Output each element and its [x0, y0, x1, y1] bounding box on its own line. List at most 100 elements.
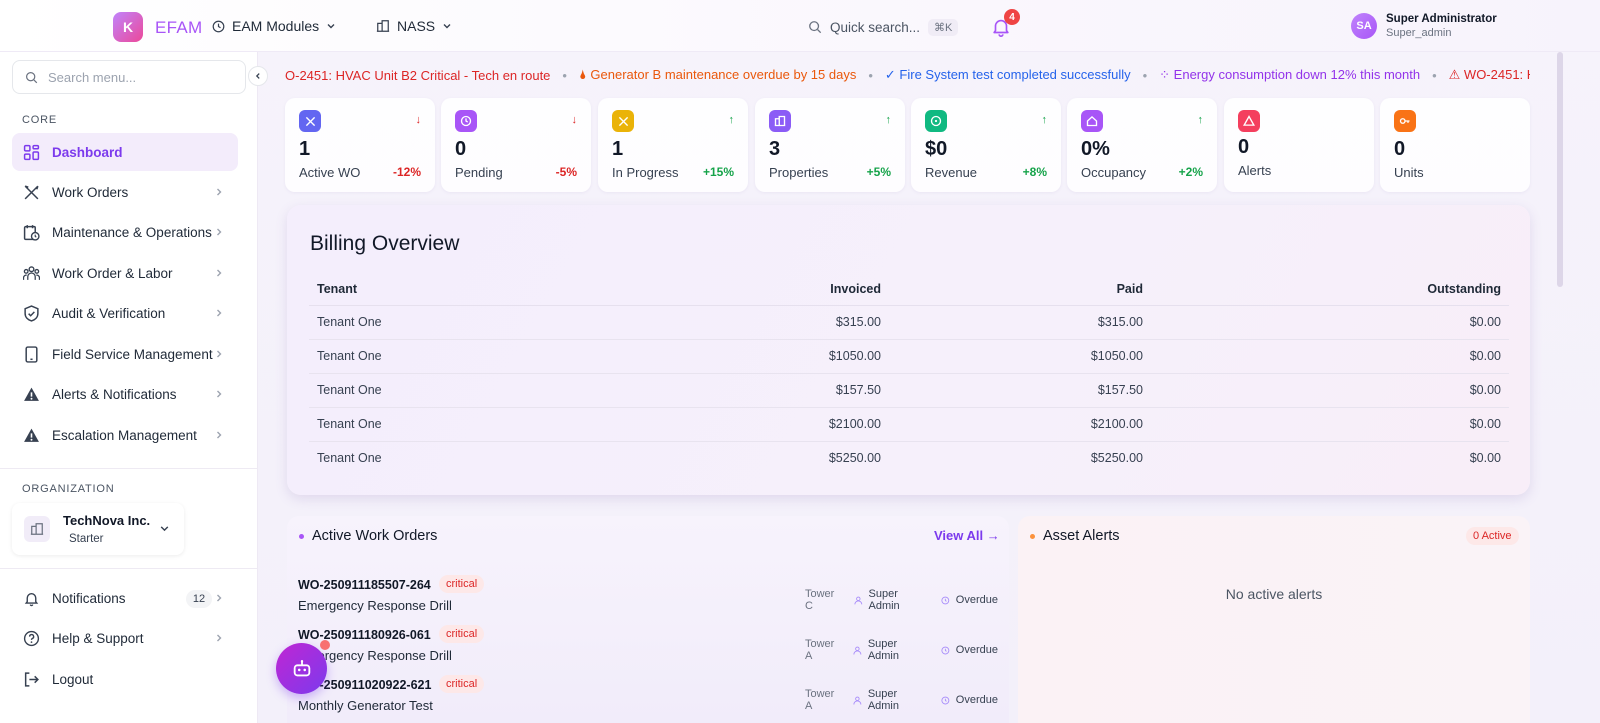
- organization-switcher[interactable]: TechNova Inc. Starter: [12, 503, 184, 555]
- help-icon: [23, 630, 40, 646]
- top-bar: K EFAM EAM Modules NASS Quick search... …: [0, 0, 1600, 52]
- panel-title: Active Work Orders: [312, 528, 438, 544]
- ticker-item[interactable]: 🌢 Generator B maintenance overdue by 15 …: [579, 67, 856, 83]
- table-row[interactable]: Tenant One $157.50 $157.50 $0.00: [309, 373, 1509, 408]
- sidebar-item-logout[interactable]: Logout: [12, 660, 238, 698]
- paid-cell: $157.50: [881, 373, 1143, 408]
- user-icon: [853, 696, 862, 705]
- chevron-right-icon: [217, 350, 222, 358]
- table-row[interactable]: Tenant One $2100.00 $2100.00 $0.00: [309, 407, 1509, 442]
- kpi-card-properties[interactable]: ↑ 3 Properties +5%: [755, 98, 905, 192]
- search-icon: [809, 21, 822, 34]
- eam-modules-menu[interactable]: EAM Modules: [212, 18, 336, 34]
- column-header[interactable]: Outstanding: [1143, 273, 1509, 306]
- user-icon: [853, 646, 862, 655]
- sidebar-item-audit-verification[interactable]: Audit & Verification: [12, 294, 238, 332]
- sidebar-item-help-support[interactable]: Help & Support: [12, 619, 238, 657]
- chevron-right-icon: [217, 309, 222, 317]
- app-logo[interactable]: K: [113, 12, 143, 42]
- eam-modules-label: EAM Modules: [232, 18, 320, 34]
- status-dot: [299, 533, 304, 539]
- user-menu[interactable]: SA Super Administrator Super_admin: [1351, 13, 1497, 39]
- table-row[interactable]: Tenant One $1050.00 $1050.00 $0.00: [309, 339, 1509, 374]
- search-shortcut: ⌘K: [928, 18, 959, 36]
- ticker-item[interactable]: O-2451: HVAC Unit B2 Critical - Tech en …: [285, 68, 550, 83]
- work-order-id: WO-250911185507-264: [298, 578, 431, 592]
- kpi-change: -5%: [555, 165, 577, 179]
- trend-arrow: ↑: [1041, 114, 1048, 126]
- page-scrollbar[interactable]: [1557, 52, 1563, 287]
- tenant-cell: Tenant One: [309, 339, 569, 374]
- kpi-value: 0%: [1081, 138, 1110, 160]
- sidebar-item-label: Help & Support: [52, 630, 144, 646]
- work-order-row[interactable]: WO-250911180926-061 critical Emergency R…: [298, 624, 998, 674]
- kpi-card-alerts[interactable]: 0 Alerts: [1224, 98, 1374, 192]
- billing-table: Tenant Invoiced Paid Outstanding Tenant …: [309, 273, 1509, 475]
- table-row[interactable]: Tenant One $315.00 $315.00 $0.00: [309, 305, 1509, 340]
- sidebar-item-alerts-notifications[interactable]: Alerts & Notifications: [12, 375, 238, 413]
- view-all-link[interactable]: View All →: [934, 528, 1000, 543]
- work-order-name: Monthly Generator Test: [298, 698, 433, 713]
- kpi-change: +5%: [866, 165, 891, 179]
- quick-search-button[interactable]: Quick search... ⌘K: [808, 15, 959, 39]
- sidebar-item-work-order-labor[interactable]: Work Order & Labor: [12, 254, 238, 292]
- site-menu[interactable]: NASS: [376, 18, 452, 34]
- app-name[interactable]: EFAM: [155, 18, 203, 38]
- warning-icon: [1238, 110, 1260, 132]
- kpi-label: Active WO: [299, 165, 361, 180]
- chevron-right-icon: [217, 594, 222, 602]
- invoiced-cell: $157.50: [569, 373, 881, 408]
- sidebar-item-escalation-management[interactable]: Escalation Management: [12, 416, 238, 454]
- priority-badge: critical: [439, 625, 485, 643]
- billing-overview-card: Billing Overview Tenant Invoiced Paid Ou…: [287, 205, 1530, 495]
- location-label: Tower A: [805, 688, 835, 712]
- assignee-label: Super Admin: [867, 688, 899, 712]
- work-order-row[interactable]: WO-250911185507-264 critical Emergency R…: [298, 574, 998, 624]
- building-icon: [24, 516, 50, 542]
- kpi-card-units[interactable]: 0 Units: [1380, 98, 1530, 192]
- empty-state-text: No active alerts: [1225, 586, 1323, 602]
- work-order-row[interactable]: WO-250911020922-621 critical Monthly Gen…: [298, 674, 998, 723]
- sidebar-item-work-orders[interactable]: Work Orders: [12, 173, 238, 211]
- trend-arrow: ↓: [571, 114, 578, 126]
- column-header[interactable]: Paid: [881, 273, 1143, 306]
- clock-icon: [212, 20, 225, 32]
- sidebar-collapse-button[interactable]: [248, 66, 268, 86]
- sidebar-item-label: Audit & Verification: [52, 305, 166, 321]
- table-header-row: Tenant Invoiced Paid Outstanding: [309, 273, 1509, 306]
- table-row[interactable]: Tenant One $5250.00 $5250.00 $0.00: [309, 441, 1509, 475]
- ticker-item[interactable]: ✓ Fire System test completed successfull…: [885, 67, 1131, 83]
- kpi-value: 1: [299, 138, 311, 160]
- sidebar: Search menu... CORE Dashboard Work Order…: [0, 52, 258, 723]
- status-dot: [1030, 533, 1035, 539]
- column-header[interactable]: Invoiced: [569, 273, 881, 306]
- kpi-card-revenue[interactable]: ↑ $0 Revenue +8%: [911, 98, 1061, 192]
- ticker-item[interactable]: ⁘ Energy consumption down 12% this month: [1159, 67, 1420, 83]
- kpi-card-pending[interactable]: ↓ 0 Pending -5%: [441, 98, 591, 192]
- sidebar-item-field-service-management[interactable]: Field Service Management: [12, 335, 238, 373]
- kpi-card-occupancy[interactable]: ↑ 0% Occupancy +2%: [1067, 98, 1217, 192]
- kpi-card-in-progress[interactable]: ↑ 1 In Progress +15%: [598, 98, 748, 192]
- clock-icon: [941, 696, 950, 704]
- location-label: Tower A: [805, 638, 835, 662]
- sidebar-item-label: Maintenance & Operations: [52, 224, 212, 240]
- chevron-left-icon: [255, 73, 260, 79]
- warning-icon: [24, 428, 39, 442]
- billing-title: Billing Overview: [310, 232, 460, 255]
- sidebar-item-dashboard[interactable]: Dashboard: [12, 133, 238, 171]
- assistant-chat-button[interactable]: [276, 643, 327, 694]
- sidebar-item-label: Logout: [52, 671, 94, 687]
- kpi-label: Properties: [769, 165, 829, 180]
- kpi-card-active-wo[interactable]: ↓ 1 Active WO -12%: [285, 98, 435, 192]
- paid-cell: $315.00: [881, 305, 1143, 340]
- column-header[interactable]: Tenant: [309, 273, 569, 306]
- ticker-item[interactable]: ⚠ WO-2451: HVAC Unit B2 Critical - Tech …: [1449, 67, 1530, 83]
- warning-icon: [24, 387, 39, 401]
- kpi-label: Revenue: [925, 165, 978, 180]
- sidebar-search-input[interactable]: Search menu...: [12, 60, 246, 94]
- work-order-name: Emergency Response Drill: [298, 598, 452, 613]
- kpi-change: -12%: [392, 165, 421, 179]
- panel-header: Asset Alerts: [1030, 528, 1120, 544]
- sidebar-item-maintenance-operations[interactable]: Maintenance & Operations: [12, 213, 238, 251]
- invoiced-cell: $5250.00: [828, 451, 881, 466]
